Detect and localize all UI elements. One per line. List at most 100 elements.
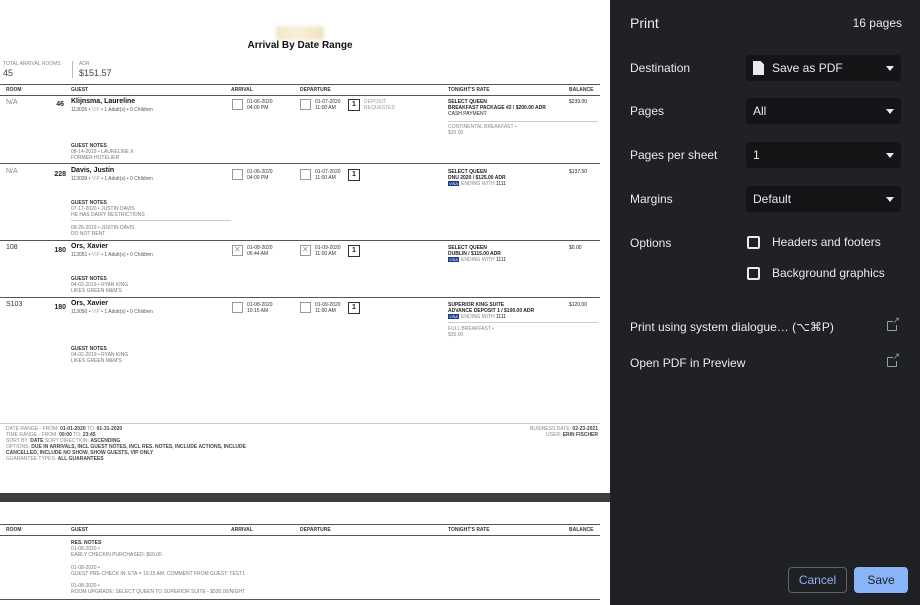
visa-icon: VISA	[448, 257, 459, 263]
col-guest: Guest	[71, 527, 89, 533]
guest-details: 113039 • VIP • 1 Adult(s) • 0 Children	[71, 176, 153, 182]
table-header: Room Guest Arrival Departure Tonight's R…	[0, 84, 600, 95]
tonights-rate: Select Queen DNU 2020 / $125.00 ADR VISA En…	[448, 169, 507, 187]
margins-value: Default	[753, 192, 792, 206]
departure-checkbox	[300, 169, 311, 180]
divider	[0, 599, 600, 600]
guest-notes: Guest Notes 07-17-2020 • Justin Davis He h…	[71, 200, 145, 218]
chevron-down-icon	[886, 153, 894, 158]
divider	[0, 240, 600, 241]
room-count: 46	[56, 101, 64, 108]
rate-addon: Full Breakfast • $35.00	[448, 326, 494, 338]
chevron-down-icon	[886, 197, 894, 202]
pages-per-sheet-select[interactable]: 1	[746, 142, 901, 168]
visa-icon: VISA	[448, 181, 459, 187]
room-number: 108	[6, 244, 18, 251]
options-label: Options	[630, 236, 672, 250]
rate-addon: Continental Breakfast • $20.00	[448, 124, 517, 136]
res-notes-3: 01-08-2020 • Room Upgrade: Select Queen …	[71, 583, 246, 595]
col-arrival: Arrival	[231, 87, 253, 93]
pages-select[interactable]: All	[746, 98, 901, 124]
divider	[0, 95, 600, 96]
nights-box: 1	[348, 302, 360, 314]
destination-select[interactable]: Save as PDF	[746, 55, 901, 81]
tonights-rate: Select Queen Breakfast Package #2 / $200.…	[448, 99, 546, 117]
system-dialog-link[interactable]: Print using system dialogue… (⌥⌘P)	[630, 320, 834, 334]
departure-checkbox	[300, 302, 311, 313]
tonights-rate: Superior King Suite Advance Deposit 1 / $…	[448, 302, 535, 320]
deposit-requested: Deposit Requested	[364, 99, 396, 111]
departure-datetime: 01-09-2020 11:00 AM	[315, 302, 341, 314]
pages-per-sheet-label: Pages per sheet	[630, 148, 718, 162]
room-number: N/A	[6, 99, 18, 106]
open-pdf-preview-link[interactable]: Open PDF in Preview	[630, 356, 745, 370]
chevron-down-icon	[886, 66, 894, 71]
col-rate: Tonight's Rate	[448, 527, 490, 533]
pages-value: All	[753, 104, 767, 118]
guest-details: 113050 • VIP • 1 Adult(s) • 0 Children	[71, 309, 153, 315]
guest-name: Ors, Xavier	[71, 243, 108, 250]
room-count: 180	[54, 247, 66, 254]
report-title: Arrival By Date Range	[247, 40, 353, 51]
pages-label: Pages	[630, 104, 665, 118]
col-balance: Balance	[569, 527, 594, 533]
guest-notes: Guest Notes 04-02-2019 • Ryan King Likes g…	[71, 276, 129, 294]
departure-checkbox	[300, 99, 311, 110]
balance: $120.00	[569, 302, 588, 308]
margins-select[interactable]: Default	[746, 186, 901, 212]
print-title: Print	[630, 15, 659, 31]
arrival-datetime: 01-08-2020 06:44 AM	[247, 245, 273, 257]
divider	[448, 121, 598, 122]
table-header: Room Guest Arrival Departure Tonight's R…	[0, 524, 600, 535]
arrival-checkbox	[232, 169, 243, 180]
col-rate: Tonight's Rate	[448, 87, 490, 93]
arrival-datetime: 01-06-2020 04:00 PM	[247, 169, 273, 181]
room-number: N/A	[6, 168, 18, 175]
arrival-checkbox	[232, 245, 243, 256]
background-graphics-checkbox[interactable]	[747, 267, 760, 280]
nights-box: 1	[348, 169, 360, 181]
guest-name: Klijnsma, Laureline	[71, 98, 136, 105]
chevron-down-icon	[886, 109, 894, 114]
balance: $0.00	[569, 245, 582, 251]
room-count: 228	[54, 171, 66, 178]
page-separator	[0, 493, 610, 502]
headers-footers-option[interactable]: Headers and footers	[746, 235, 906, 251]
open-external-icon[interactable]	[887, 316, 900, 331]
arrival-checkbox	[232, 302, 243, 313]
destination-label: Destination	[630, 61, 691, 75]
res-notes-2: 01-08-2020 • Guest Pre-Check In: ETA = 1…	[71, 565, 245, 577]
guest-notes: Guest Notes 08-14-2019 • Laureline X Forme…	[71, 143, 134, 161]
preview-page-1: Arrival By Date Range Total Arrival Room…	[0, 0, 610, 493]
arrival-datetime: 01-08-2020 10:15 AM	[247, 302, 273, 314]
divider	[0, 297, 600, 298]
adr-label: ADR	[79, 61, 90, 67]
pages-per-sheet-value: 1	[753, 148, 760, 162]
print-preview[interactable]: Arrival By Date Range Total Arrival Room…	[0, 0, 610, 605]
room-number: S103	[6, 301, 23, 308]
save-button[interactable]: Save	[854, 567, 908, 593]
background-graphics-label: Background graphics	[772, 266, 885, 280]
print-settings-panel: Print 16 pages Destination Save as PDF P…	[610, 0, 920, 605]
open-external-icon[interactable]	[887, 352, 900, 367]
nights-box: 1	[348, 99, 360, 111]
divider	[0, 423, 600, 424]
arrival-datetime: 01-06-2020 04:00 PM	[247, 99, 273, 111]
balance: $137.50	[569, 169, 588, 175]
divider	[448, 322, 598, 323]
guest-notes-2: 09-26-2019 • Justin Davis Do not rent	[71, 225, 135, 237]
divider	[71, 220, 231, 221]
col-guest: Guest	[71, 87, 89, 93]
divider	[0, 535, 600, 536]
adr-value: $151.57	[79, 68, 112, 78]
col-room: Room	[6, 87, 22, 93]
guest-name: Davis, Justin	[71, 167, 115, 174]
divider	[0, 163, 600, 164]
background-graphics-option[interactable]: Background graphics	[746, 266, 906, 282]
report-criteria: Date Range - From: 01-01-2020 To: 01-31-…	[6, 426, 246, 462]
page-count: 16 pages	[852, 16, 902, 30]
col-balance: Balance	[569, 87, 594, 93]
headers-footers-checkbox[interactable]	[747, 236, 760, 249]
cancel-button[interactable]: Cancel	[788, 567, 847, 593]
col-arrival: Arrival	[231, 527, 253, 533]
